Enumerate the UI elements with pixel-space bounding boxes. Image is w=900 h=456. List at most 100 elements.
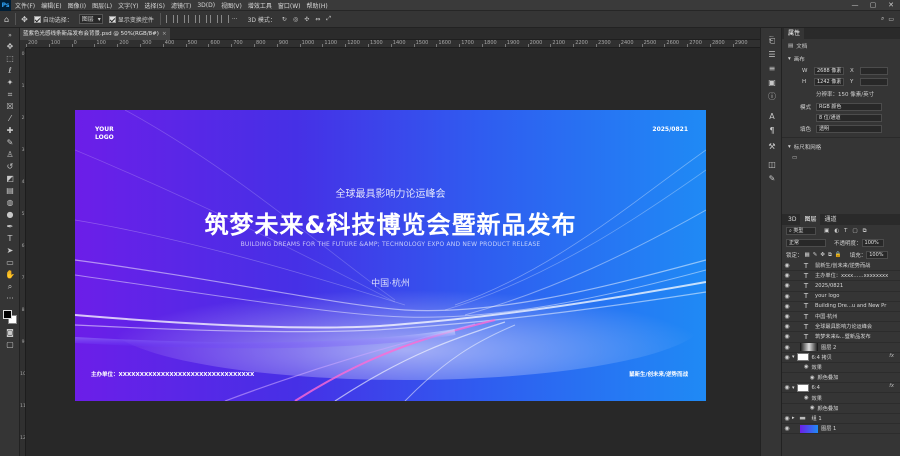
close-tab-icon[interactable]: × xyxy=(162,31,167,37)
rulers-grid-section-header[interactable]: ▾ 标尺和网格 xyxy=(782,141,900,152)
menu-filter[interactable]: 滤镜(T) xyxy=(171,1,191,10)
more-options-icon[interactable]: ··· xyxy=(232,16,238,23)
eye-icon[interactable]: ◉ xyxy=(782,344,792,351)
opacity-field[interactable]: 100% xyxy=(861,239,884,247)
effect-item-row[interactable]: ◉ 颜色叠加 xyxy=(782,373,900,384)
lock-pixels-icon[interactable]: ▦ xyxy=(805,252,810,258)
filter-shape-icon[interactable]: ▢ xyxy=(852,228,857,234)
layer-row[interactable]: ◉ T 全球最具影响力论运峰会 xyxy=(782,322,900,333)
artboard[interactable]: YOUR LOGO 2025/0821 全球最具影响力论运峰会 筑梦未来&科技博… xyxy=(75,110,706,401)
menu-select[interactable]: 选择(S) xyxy=(144,1,165,10)
eye-icon[interactable]: ◉ xyxy=(782,293,792,300)
ruler-icon[interactable]: ▭ xyxy=(792,155,797,161)
3d-pan-icon[interactable]: ✣ xyxy=(304,16,309,23)
properties-panel-icon[interactable]: ☰ xyxy=(767,50,777,60)
layer-row[interactable]: ◉ ▾ 6:4 fx xyxy=(782,383,900,394)
search-icon[interactable]: ⌕ xyxy=(881,15,884,23)
fx-icon[interactable]: fx xyxy=(889,353,894,359)
filter-image-icon[interactable]: ▣ xyxy=(824,228,829,234)
height-field[interactable]: 1242 像素 xyxy=(814,77,844,86)
lock-all-icon[interactable]: 🔒 xyxy=(835,252,842,258)
effect-item-row[interactable]: ◉ 颜色叠加 xyxy=(782,404,900,414)
foreground-color-swatch[interactable] xyxy=(3,310,12,319)
collapse-icon[interactable]: » xyxy=(4,31,16,41)
chevron-down-icon[interactable]: ▾ xyxy=(792,354,795,360)
path-selection-tool-icon[interactable]: ➤ xyxy=(4,246,16,256)
glyphs-panel-icon[interactable]: ◫ xyxy=(767,160,777,170)
layer-row[interactable]: ◉ 图层 2 xyxy=(782,343,900,353)
document-tab[interactable]: 蓝紫色光感线条新品发布会背景.psd @ 50%(RGB/8#) × xyxy=(20,28,170,40)
horizontal-ruler[interactable]: 200 100 0 100 200 300 400 500 600 700 800 900 1000 11… xyxy=(26,40,760,48)
lock-artboard-icon[interactable]: ⧉ xyxy=(828,252,832,259)
eraser-tool-icon[interactable]: ◩ xyxy=(4,174,16,184)
layer-row[interactable]: ◉ 图层 1 xyxy=(782,424,900,435)
layer-row[interactable]: ◉ T Building Dre...u and New Pr xyxy=(782,302,900,312)
menu-help[interactable]: 帮助(H) xyxy=(307,1,328,10)
type-tool-icon[interactable]: T xyxy=(4,234,16,244)
x-field[interactable] xyxy=(860,66,888,75)
eye-icon[interactable]: ◉ xyxy=(810,405,815,411)
more-tools-icon[interactable]: ··· xyxy=(4,294,16,304)
auto-select-dropdown[interactable]: 图层 xyxy=(78,14,103,24)
move-tool-icon[interactable]: ✥ xyxy=(4,42,16,52)
clone-stamp-tool-icon[interactable]: ♙ xyxy=(4,150,16,160)
brushes-panel-icon[interactable]: ✎ xyxy=(767,174,777,184)
fx-icon[interactable]: fx xyxy=(889,383,894,389)
menu-view[interactable]: 视图(V) xyxy=(221,1,242,10)
screen-mode-icon[interactable]: ▢ xyxy=(4,340,16,350)
eyedropper-tool-icon[interactable]: ⁄ xyxy=(4,114,16,124)
tab-properties[interactable]: 属性 xyxy=(784,28,805,39)
crop-tool-icon[interactable]: ⌗ xyxy=(4,90,16,100)
eye-icon[interactable]: ◉ xyxy=(782,313,792,320)
layer-row[interactable]: ◉ T 筑梦未来&...暨新品发布 xyxy=(782,332,900,343)
tab-3d[interactable]: 3D xyxy=(784,214,800,225)
fill-field[interactable]: 100% xyxy=(866,251,889,259)
gradient-tool-icon[interactable]: ▤ xyxy=(4,186,16,196)
menu-type[interactable]: 文字(Y) xyxy=(118,1,138,10)
align-left-icon[interactable] xyxy=(165,15,174,23)
layer-row[interactable]: ◉ T 鼠新生/创未来/逆势而战 xyxy=(782,261,900,272)
rectangle-tool-icon[interactable]: ▭ xyxy=(4,258,16,268)
3d-scale-icon[interactable]: ⤢ xyxy=(326,15,331,23)
brush-tool-icon[interactable]: ✎ xyxy=(4,138,16,148)
magic-wand-tool-icon[interactable]: ✦ xyxy=(4,78,16,88)
character-panel-icon[interactable]: A xyxy=(767,112,777,122)
history-panel-icon[interactable]: ⎗ xyxy=(767,36,777,46)
align-vcenter-icon[interactable] xyxy=(209,15,218,23)
align-top-icon[interactable] xyxy=(198,15,207,23)
effects-row[interactable]: ◉ 效果 xyxy=(782,363,900,374)
lasso-tool-icon[interactable]: ℓ xyxy=(4,66,16,76)
eye-icon[interactable]: ◉ xyxy=(782,333,792,340)
eye-icon[interactable]: ◉ xyxy=(782,384,792,391)
filter-smart-icon[interactable]: ⧉ xyxy=(863,228,867,235)
canvas-section-header[interactable]: ▾ 画布 xyxy=(782,53,900,65)
3d-roll-icon[interactable]: ◎ xyxy=(293,16,298,23)
menu-plugins[interactable]: 增效工具 xyxy=(248,1,272,10)
tab-channels[interactable]: 通道 xyxy=(820,214,840,225)
menu-window[interactable]: 窗口(W) xyxy=(278,1,301,10)
chevron-down-icon[interactable]: ▾ xyxy=(792,385,795,391)
eye-icon[interactable]: ◉ xyxy=(782,282,792,289)
eye-icon[interactable]: ◉ xyxy=(782,323,792,330)
layer-row[interactable]: ◉ Tyour logo xyxy=(782,292,900,302)
close-window-button[interactable]: ✕ xyxy=(882,0,900,11)
lock-position-icon[interactable]: ✥ xyxy=(820,252,825,258)
tool-presets-icon[interactable]: ⚒ xyxy=(767,142,777,152)
eye-icon[interactable]: ◉ xyxy=(782,425,792,432)
libraries-panel-icon[interactable]: ▣ xyxy=(767,78,777,88)
menu-image[interactable]: 图像(I) xyxy=(68,1,86,10)
menu-layer[interactable]: 图层(L) xyxy=(92,1,112,10)
layer-row[interactable]: ◉ ▾ 6:4 拷贝 fx xyxy=(782,353,900,363)
eye-icon[interactable]: ◉ xyxy=(782,262,792,269)
history-brush-tool-icon[interactable]: ↺ xyxy=(4,162,16,172)
info-panel-icon[interactable]: ⓘ xyxy=(767,92,777,102)
menu-file[interactable]: 文件(F) xyxy=(15,1,35,10)
y-field[interactable] xyxy=(860,77,888,86)
hand-tool-icon[interactable]: ✋ xyxy=(4,270,16,280)
maximize-button[interactable]: ▢ xyxy=(864,0,882,11)
filter-adjustment-icon[interactable]: ◐ xyxy=(834,228,839,234)
zoom-tool-icon[interactable]: ⌕ xyxy=(4,282,16,292)
bit-depth-dropdown[interactable]: 8 位/通道 xyxy=(816,113,882,122)
dodge-tool-icon[interactable]: ● xyxy=(4,210,16,220)
align-right-icon[interactable] xyxy=(187,15,196,23)
